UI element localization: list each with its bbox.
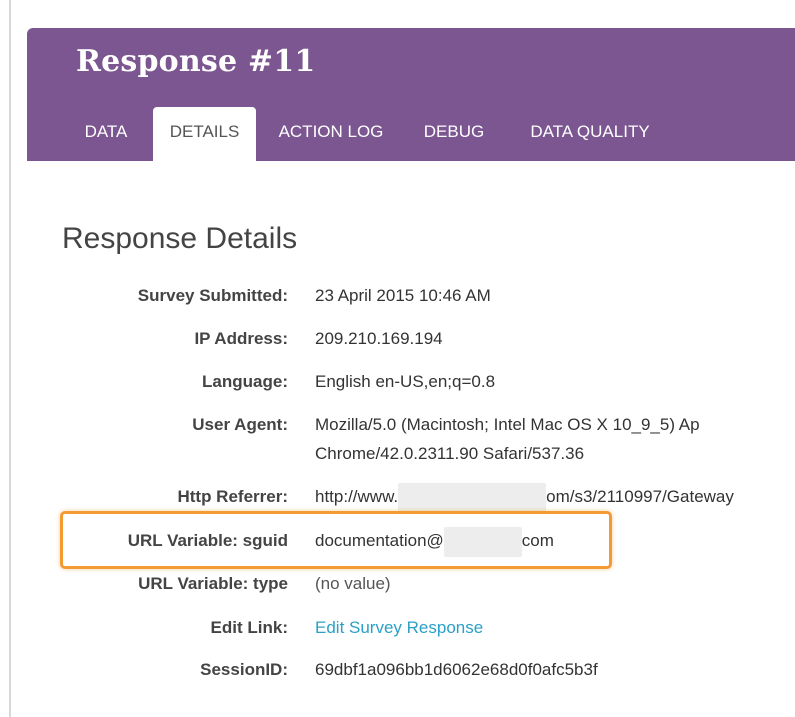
tab-data[interactable]: DATA — [68, 107, 144, 161]
response-header: Response #11 DATA DETAILS ACTION LOG DEB… — [27, 28, 795, 161]
page-left-border — [9, 0, 11, 717]
edit-link-label: Edit Link: — [210, 618, 288, 637]
tab-bar: DATA DETAILS ACTION LOG DEBUG DATA QUALI… — [27, 107, 795, 161]
language-value: English en-US,en;q=0.8 — [315, 372, 496, 391]
redacted-block — [398, 482, 547, 513]
survey-submitted-value: 23 April 2015 10:46 AM — [315, 286, 491, 305]
tab-data-quality[interactable]: DATA QUALITY — [510, 107, 670, 161]
http-referrer-prefix: http://www. — [315, 487, 399, 506]
session-id-label: SessionID: — [200, 660, 288, 679]
user-agent-label: User Agent: — [192, 415, 288, 434]
page-title: Response #11 — [76, 44, 316, 79]
section-title: Response Details — [62, 222, 298, 255]
http-referrer-suffix: om/s3/2110997/Gateway — [546, 487, 734, 506]
user-agent-value-line1: Mozilla/5.0 (Macintosh; Intel Mac OS X 1… — [315, 415, 700, 434]
ip-address-label: IP Address: — [194, 329, 288, 348]
language-label: Language: — [202, 372, 288, 391]
survey-submitted-label: Survey Submitted: — [137, 286, 288, 305]
highlight-box — [60, 511, 612, 569]
tab-details[interactable]: DETAILS — [153, 107, 256, 161]
session-id-value: 69dbf1a096bb1d6062e68d0f0afc5b3f — [315, 660, 598, 679]
tab-debug[interactable]: DEBUG — [410, 107, 498, 161]
tab-action-log[interactable]: ACTION LOG — [265, 107, 397, 161]
edit-survey-response-link[interactable]: Edit Survey Response — [315, 618, 483, 638]
http-referrer-label: Http Referrer: — [177, 487, 288, 506]
ip-address-value: 209.210.169.194 — [315, 329, 443, 348]
user-agent-value-line2: Chrome/42.0.2311.90 Safari/537.36 — [315, 444, 585, 463]
url-variable-type-label: URL Variable: type — [138, 574, 288, 593]
http-referrer-value: http://www. om/s3/2110997/Gateway — [315, 482, 734, 513]
url-variable-type-value: (no value) — [315, 574, 391, 593]
